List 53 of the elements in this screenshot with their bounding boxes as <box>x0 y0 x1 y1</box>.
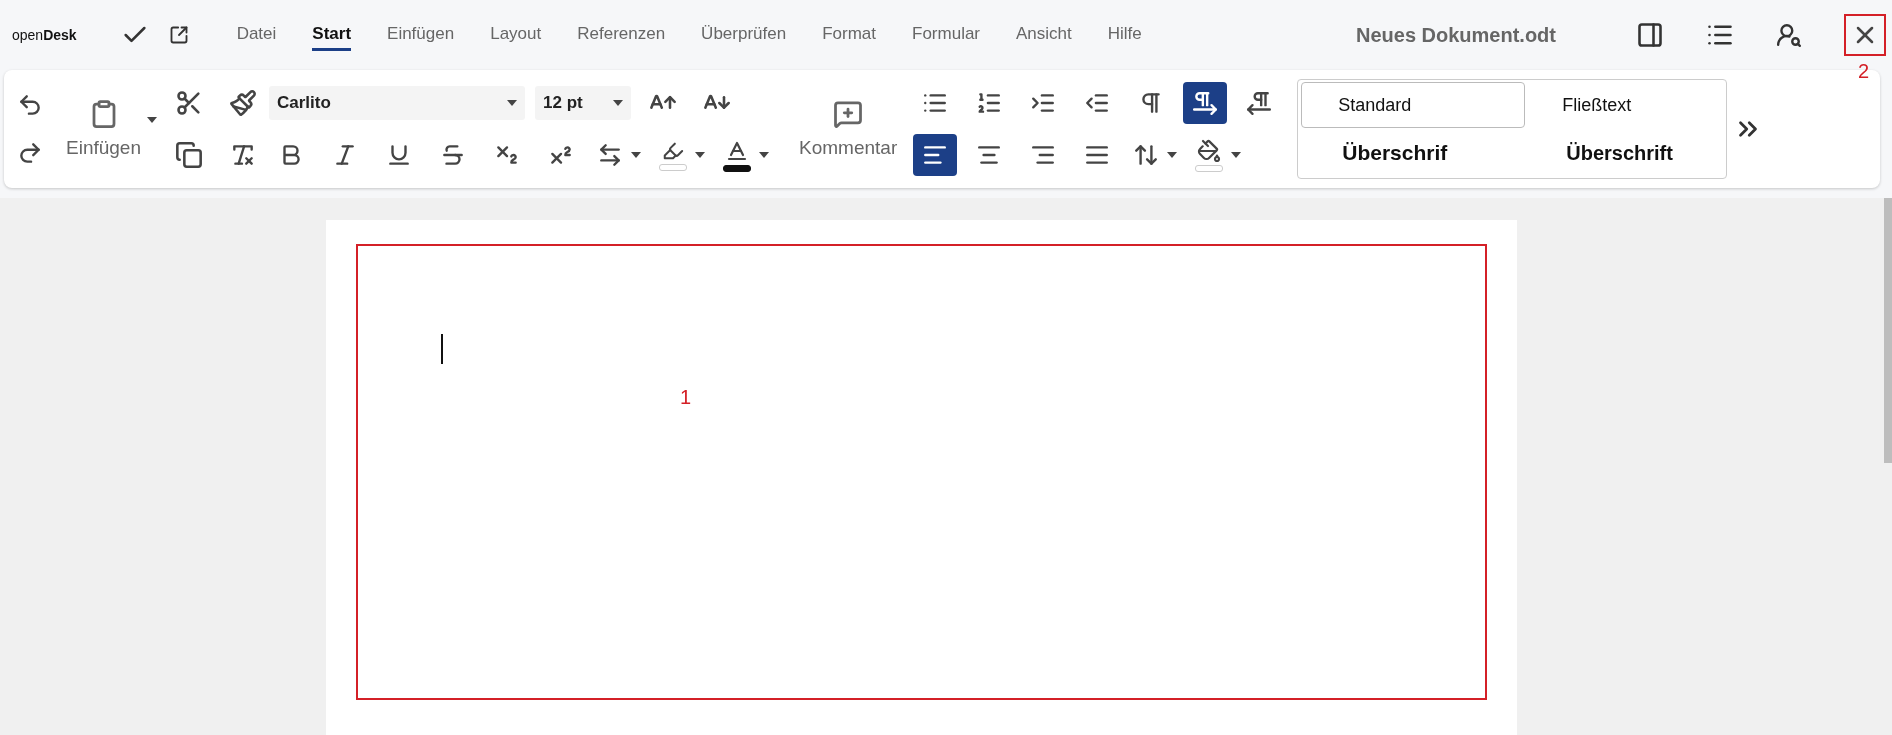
caret-icon <box>695 152 705 158</box>
comment-button[interactable]: Kommentar <box>793 99 904 159</box>
strikethrough-icon <box>440 142 466 168</box>
close-button[interactable] <box>1844 14 1886 56</box>
person-list-icon <box>1776 22 1802 48</box>
menu-tab[interactable]: Format <box>822 19 876 51</box>
clear-formatting-icon <box>230 142 256 168</box>
paste-button[interactable]: Einfügen <box>60 99 147 159</box>
paint-bucket-icon <box>1195 138 1224 172</box>
annotation-number: 1 <box>680 386 692 409</box>
users-button[interactable] <box>1776 22 1802 48</box>
underline-icon <box>386 142 412 168</box>
caret-icon <box>631 152 641 158</box>
caret-icon <box>759 152 769 158</box>
scrollbar[interactable] <box>1884 198 1892 463</box>
external-link-icon <box>168 25 189 45</box>
spacing-arrow-icon <box>597 142 623 168</box>
redo-icon <box>17 140 43 166</box>
menu-tab[interactable]: Layout <box>490 19 542 51</box>
menu-tab[interactable]: Start <box>312 19 352 51</box>
caret-icon <box>613 100 623 106</box>
text-cursor <box>441 334 443 364</box>
menu-tab[interactable]: Ansicht <box>1016 19 1072 51</box>
pilcrow-right-icon <box>1192 90 1219 116</box>
pilcrow-right-button[interactable] <box>1183 82 1228 124</box>
app-logo: openDesk <box>12 27 77 43</box>
open-external-button[interactable] <box>168 25 189 45</box>
font-name-dropdown[interactable]: Carlito <box>269 86 525 120</box>
copy-icon <box>175 141 203 169</box>
align-left-button[interactable] <box>913 134 958 176</box>
style-item[interactable]: Standard <box>1301 82 1526 128</box>
caret-icon <box>1167 152 1178 158</box>
menu-tab[interactable]: Hilfe <box>1107 19 1142 51</box>
undo-icon <box>17 92 43 118</box>
menu-tab[interactable]: Referenzen <box>577 19 666 51</box>
pilcrow-left-icon <box>1246 90 1273 116</box>
document-title: Neues Dokument.odt <box>1355 23 1556 47</box>
menu-tab[interactable]: Datei <box>236 19 277 51</box>
menu-tab[interactable]: Formular <box>912 19 981 51</box>
menu-tab[interactable]: Überprüfen <box>701 19 787 51</box>
menu-tab[interactable]: Einfügen <box>387 19 455 51</box>
line-spacing-icon <box>1133 142 1160 168</box>
sidebar-toggle-button[interactable] <box>1636 21 1664 49</box>
caret-icon <box>507 100 517 106</box>
annotation-number: 2 <box>1858 60 1870 83</box>
paintbrush-icon <box>229 89 257 117</box>
caret-icon <box>147 117 157 123</box>
scissors-icon <box>175 89 203 117</box>
comment-plus-icon <box>833 99 864 129</box>
font-size-dropdown[interactable]: 12 pt <box>535 86 631 120</box>
panel-icon <box>1636 21 1664 49</box>
numbered-list-icon <box>976 90 1003 116</box>
caret-icon <box>1231 152 1242 158</box>
